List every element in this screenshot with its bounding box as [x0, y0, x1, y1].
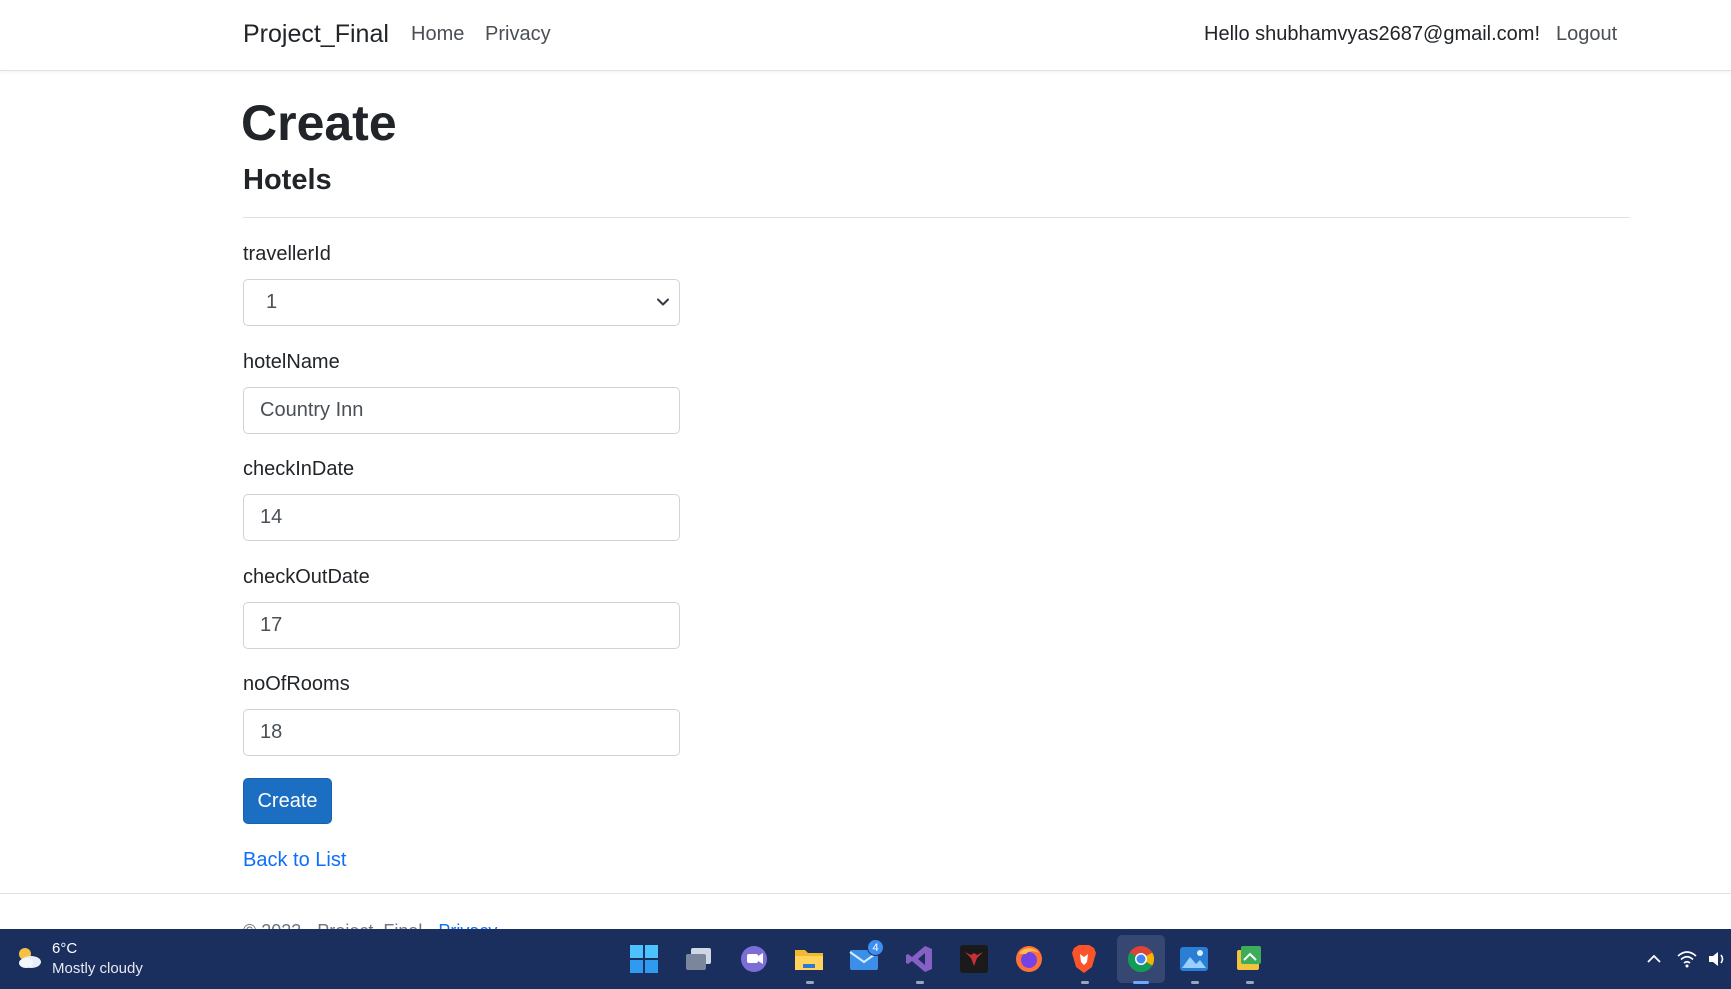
page-subtitle: Hotels — [243, 164, 332, 196]
chevron-up-icon[interactable] — [1644, 949, 1664, 969]
photos-running-indicator — [1191, 981, 1199, 984]
no-of-rooms-label: noOfRooms — [243, 673, 350, 695]
top-navbar: Project_Final Home Privacy Hello shubham… — [0, 0, 1731, 71]
check-out-date-label: checkOutDate — [243, 566, 370, 588]
user-greeting-link[interactable]: Hello shubhamvyas2687@gmail.com! — [1204, 23, 1540, 46]
file-explorer-icon[interactable] — [792, 942, 826, 976]
page-title: Create — [241, 95, 397, 151]
brave-icon[interactable] — [1067, 942, 1101, 976]
visual-studio-running-indicator — [916, 981, 924, 984]
traveller-id-label: travellerId — [243, 243, 331, 265]
photos-icon[interactable] — [1177, 942, 1211, 976]
file-explorer-running-indicator — [806, 981, 814, 984]
create-button[interactable]: Create — [243, 778, 332, 824]
nav-home-link[interactable]: Home — [411, 23, 464, 46]
divider — [243, 217, 1630, 218]
check-out-date-input[interactable]: 17 — [243, 602, 680, 649]
traveller-id-select[interactable]: 1 — [243, 279, 680, 326]
check-in-date-input[interactable]: 14 — [243, 494, 680, 541]
weather-description[interactable]: Mostly cloudy — [52, 960, 143, 977]
chrome-active-indicator — [1133, 981, 1149, 984]
check-in-date-label: checkInDate — [243, 458, 355, 480]
wifi-icon[interactable] — [1677, 949, 1697, 969]
chevron-down-icon — [657, 298, 669, 306]
volume-icon[interactable] — [1707, 949, 1727, 969]
windows-taskbar: 6°C Mostly cloudy 4 — [0, 929, 1731, 989]
mail-unread-badge: 4 — [867, 939, 884, 956]
firefox-icon[interactable] — [1012, 942, 1046, 976]
visual-studio-icon[interactable] — [902, 942, 936, 976]
chrome-icon[interactable] — [1124, 942, 1158, 976]
cloudy-weather-icon[interactable] — [14, 943, 44, 973]
windows-start-icon[interactable] — [627, 942, 661, 976]
task-view-icon[interactable] — [682, 942, 716, 976]
predator-sense-icon[interactable] — [957, 942, 991, 976]
hotel-name-input[interactable]: Country Inn — [243, 387, 680, 434]
teams-chat-icon[interactable] — [737, 942, 771, 976]
back-to-list-link[interactable]: Back to List — [243, 849, 346, 872]
nav-privacy-link[interactable]: Privacy — [485, 23, 551, 46]
brave-running-indicator — [1081, 981, 1089, 984]
gallery-running-indicator — [1246, 981, 1254, 984]
weather-temperature[interactable]: 6°C — [52, 940, 77, 957]
footer-divider — [0, 893, 1731, 894]
brand-link[interactable]: Project_Final — [243, 20, 389, 49]
no-of-rooms-input[interactable]: 18 — [243, 709, 680, 756]
traveller-id-selected-value: 1 — [266, 291, 278, 313]
hotel-name-label: hotelName — [243, 351, 340, 373]
gallery-icon[interactable] — [1232, 942, 1266, 976]
logout-button[interactable]: Logout — [1556, 23, 1617, 46]
